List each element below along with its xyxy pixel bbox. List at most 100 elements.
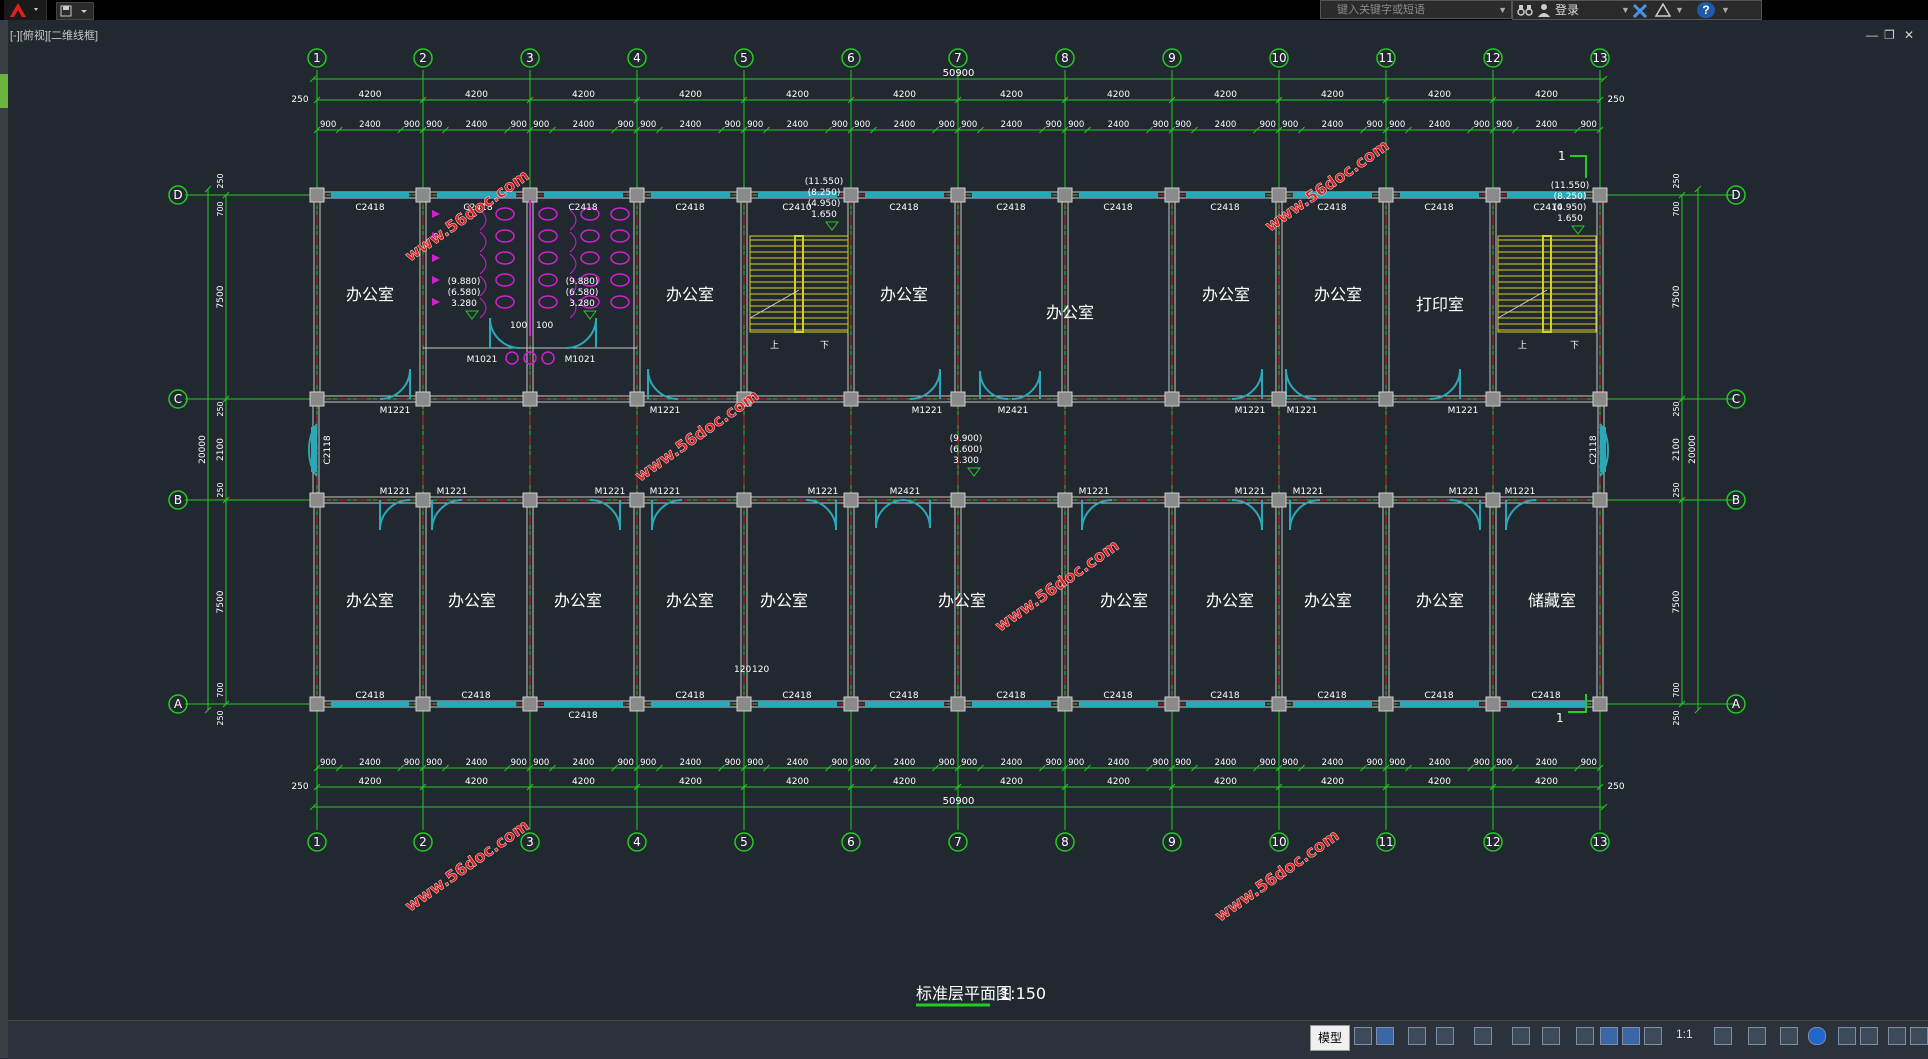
toilet-3-0 [495, 273, 515, 287]
urinal-0 [432, 210, 440, 218]
watermark-2: www.56doc.com [631, 386, 762, 486]
isolate-objects-icon[interactable] [1808, 1027, 1826, 1045]
dim-sub-bottom-text: 900 [533, 758, 549, 768]
dim-sub-top-text: 900 [1046, 120, 1062, 130]
annotation-scale[interactable]: 1:1 [1676, 1027, 1693, 1041]
column-3B [522, 492, 538, 508]
stay-connected-icon[interactable] [1655, 3, 1671, 17]
dim-sub-top-text: 900 [1153, 120, 1169, 130]
door-label-b-2: M1221 [595, 487, 626, 497]
model-tab[interactable]: 模型 [1310, 1025, 1350, 1051]
login-link[interactable]: 登录 [1555, 2, 1579, 19]
axis-letter-C: C [1732, 392, 1740, 406]
door-B-1 [431, 499, 463, 531]
room-label-bottom-1: 办公室 [448, 591, 496, 610]
save-icon[interactable] [57, 3, 93, 19]
column-9A [1164, 696, 1180, 712]
elev-stair-left-1: (8.250) [808, 188, 841, 198]
grid-icon[interactable] [1354, 1027, 1372, 1045]
column-8C [1057, 391, 1073, 407]
exchange-apps-icon[interactable] [1633, 4, 1647, 18]
window-D-8 [1079, 192, 1158, 198]
axis-number-13: 13 [1592, 835, 1607, 849]
elev-toilet-left-triangle [465, 310, 479, 320]
window-A-6 [865, 701, 944, 707]
door-label-c-3: M1221 [1235, 406, 1266, 416]
binoculars-icon[interactable] [1517, 3, 1533, 17]
auto-scale-icon[interactable] [1622, 1027, 1640, 1045]
annotation-visibility-icon[interactable] [1600, 1027, 1618, 1045]
dim-small-right-5: 250 [1672, 710, 1681, 725]
elev-stair-left-3: 1.650 [811, 210, 837, 220]
window-D-4 [651, 192, 730, 198]
room-label-bottom-3: 办公室 [666, 591, 714, 610]
door-C-2 [909, 368, 941, 400]
room-label-top-5: 办公室 [1314, 285, 1362, 304]
door-label-b-4: M1221 [808, 487, 839, 497]
user-icon[interactable] [1537, 3, 1551, 17]
help-icon[interactable]: ? [1697, 2, 1715, 18]
dim-sub-top-text: 900 [725, 120, 741, 130]
plus-icon[interactable] [1748, 1027, 1766, 1045]
axis-number-5: 5 [740, 835, 748, 849]
door-label-c-5: M1221 [1448, 406, 1479, 416]
drawing-title: 标准层平面图 [916, 984, 1012, 1003]
floor-plan-drawing[interactable]: 上 下 上 下 50900 50900 4200 4200 4200 4200 4200 4200 4… [8, 20, 1928, 1020]
osnap-icon[interactable] [1474, 1027, 1492, 1045]
room-label-top-6: 打印室 [1416, 295, 1464, 314]
dim-bay-bottom-text: 4200 [1107, 777, 1130, 787]
dim-sub-bottom-text: 900 [1367, 758, 1383, 768]
dim-depth-right-text: 7500 [1672, 285, 1682, 308]
search-input[interactable]: 键入关键字或短语 ▼ [1320, 0, 1512, 19]
door-label-m1021-right: M1021 [565, 355, 596, 365]
hardware-acceleration-icon[interactable] [1838, 1027, 1856, 1045]
column-7B [950, 492, 966, 508]
customization-menu-icon[interactable] [1910, 1027, 1928, 1045]
units-icon[interactable] [1780, 1027, 1798, 1045]
help-dropdown-icon[interactable]: ▼ [1721, 2, 1730, 19]
annotation-monitor-icon[interactable] [1644, 1027, 1662, 1045]
column-9D [1164, 187, 1180, 203]
column-6D [843, 187, 859, 203]
elev-toilet-right-triangle [583, 310, 597, 320]
column-1A [309, 696, 325, 712]
lineweight-icon[interactable] [1576, 1027, 1594, 1045]
gear-icon[interactable] [1714, 1027, 1732, 1045]
column-2A [415, 696, 431, 712]
dim-bay-top-text: 4200 [893, 90, 916, 100]
dim-sub-bottom-text: 900 [832, 758, 848, 768]
left-panel-tab[interactable] [0, 74, 8, 108]
search-dropdown-icon[interactable]: ▼ [1498, 1, 1507, 20]
dim-end-bottom-right: 250 [1607, 782, 1624, 792]
dim-depth-left-total-text: 20000 [198, 435, 208, 464]
dim-sub-bottom-text: 2400 [1108, 758, 1130, 768]
axis-letter-C: C [174, 392, 182, 406]
column-6A [843, 696, 859, 712]
polar-icon[interactable] [1436, 1027, 1454, 1045]
dim-bay-bottom-text: 4200 [1321, 777, 1344, 787]
fullscreen-icon[interactable] [1888, 1027, 1906, 1045]
dim-sub-top-text: 2400 [894, 120, 916, 130]
axis-number-7: 7 [954, 51, 962, 65]
selection-cycling-icon[interactable] [1542, 1027, 1560, 1045]
connected-dropdown-icon[interactable]: ▼ [1675, 2, 1684, 19]
column-13D [1592, 187, 1608, 203]
column-13A [1592, 696, 1608, 712]
window-label-bottom-7: C2418 [1210, 691, 1239, 701]
clean-screen-icon[interactable] [1860, 1027, 1878, 1045]
quick-access-toolbar[interactable] [56, 2, 94, 20]
dim-bay-bottom-text: 4200 [1535, 777, 1558, 787]
column-11B [1378, 492, 1394, 508]
application-menu-button[interactable] [4, 0, 47, 20]
snap-icon[interactable] [1376, 1027, 1394, 1045]
dim-bay-bottom-text: 4200 [572, 777, 595, 787]
column-11C [1378, 391, 1394, 407]
section-mark-top: 1 [1558, 149, 1566, 163]
ortho-icon[interactable] [1408, 1027, 1426, 1045]
otrack-icon[interactable] [1512, 1027, 1530, 1045]
sink-0 [505, 351, 519, 365]
toilet-3-3 [610, 273, 630, 287]
toilet-3-1 [538, 273, 558, 287]
login-dropdown-icon[interactable]: ▼ [1621, 2, 1630, 19]
search-placeholder: 键入关键字或短语 [1337, 4, 1425, 16]
